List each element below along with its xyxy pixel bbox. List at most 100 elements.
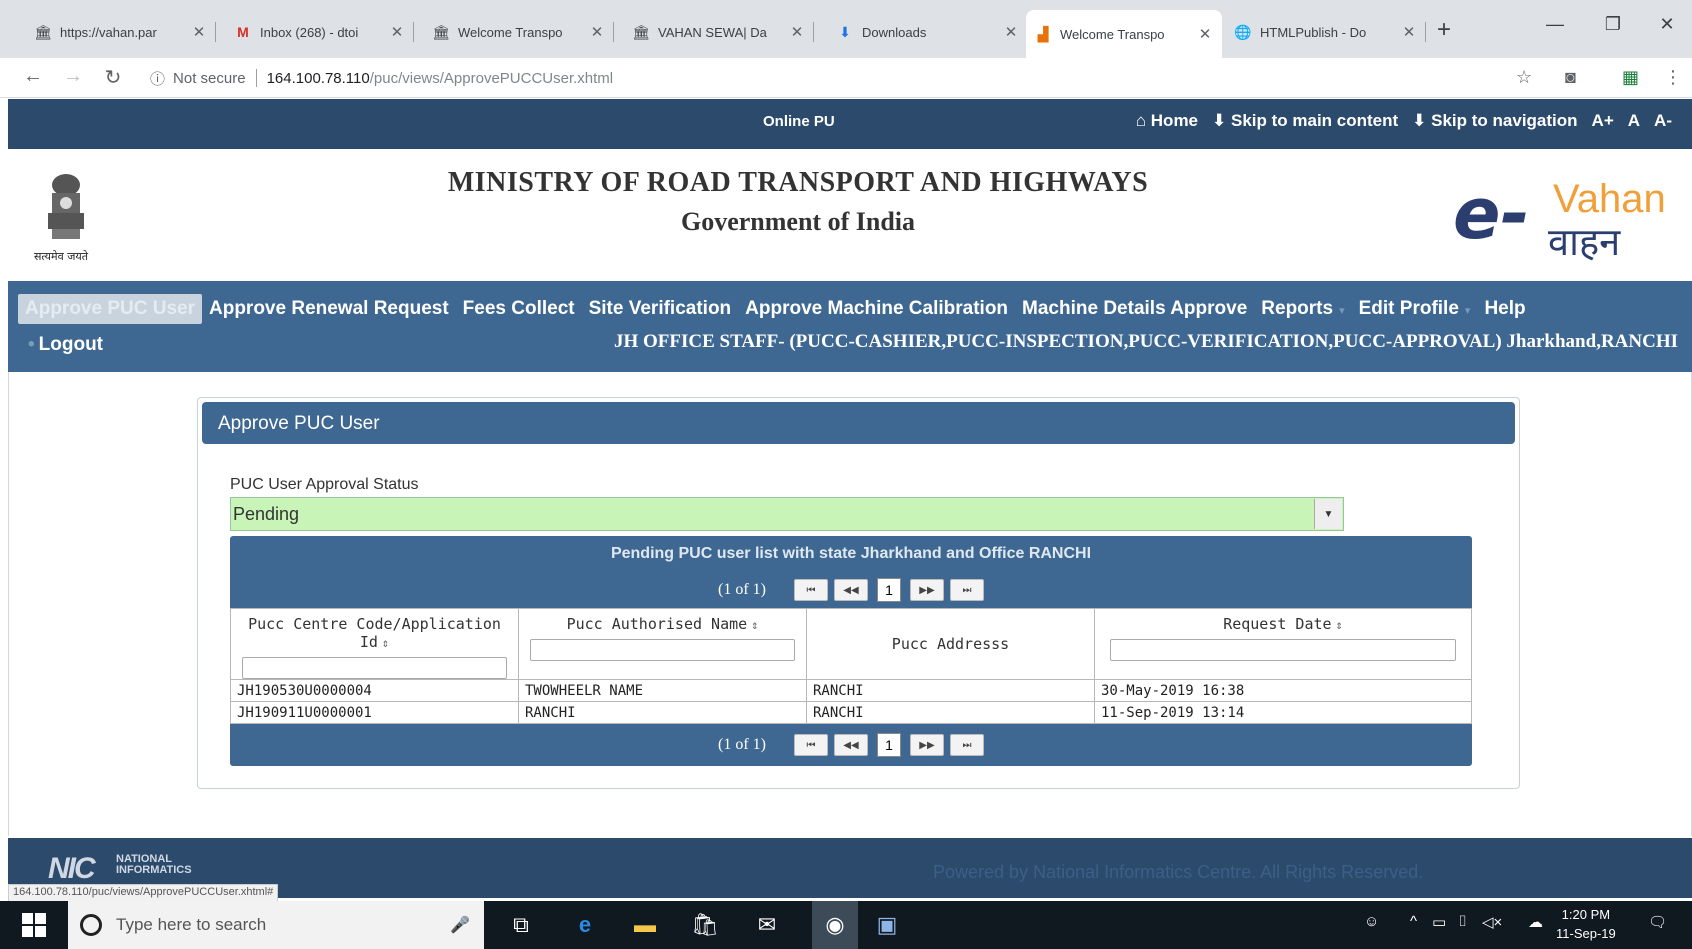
page-number-button[interactable]: 1 bbox=[876, 578, 901, 602]
close-icon[interactable]: ✕ bbox=[588, 23, 606, 41]
url-path: /puc/views/ApprovePUCCUser.xhtml bbox=[369, 69, 614, 87]
app-icon[interactable]: ▣ bbox=[872, 911, 902, 939]
font-normal-button[interactable]: A bbox=[1628, 111, 1640, 131]
menu-fees-collect[interactable]: Fees Collect bbox=[456, 294, 582, 324]
sort-icon[interactable]: ⇕ bbox=[751, 618, 758, 632]
extension-icon[interactable]: ▦ bbox=[1622, 67, 1639, 88]
tab-title: VAHAN SEWA| Da bbox=[658, 24, 767, 40]
new-tab-icon[interactable]: + bbox=[1437, 16, 1451, 44]
menu-approve-machine-calibration[interactable]: Approve Machine Calibration bbox=[738, 294, 1015, 324]
font-decrease-button[interactable]: A- bbox=[1654, 111, 1672, 131]
system-clock[interactable]: 1:20 PM 11-Sep-19 bbox=[1556, 905, 1616, 943]
browser-tab[interactable]: M Inbox (268) - dtoi ✕ bbox=[226, 14, 414, 50]
forward-icon[interactable]: → bbox=[60, 65, 86, 88]
store-icon[interactable]: 🛍 bbox=[690, 911, 720, 939]
content-area: Approve PUC User PUC User Approval Statu… bbox=[8, 372, 1692, 836]
close-icon[interactable]: ✕ bbox=[1196, 25, 1214, 43]
browser-tab[interactable]: 🏛 https://vahan.par ✕ bbox=[26, 14, 216, 50]
column-header-code[interactable]: Pucc Centre Code/Application Id ⇕ bbox=[230, 608, 519, 680]
task-view-icon[interactable]: ⧉ bbox=[506, 911, 536, 939]
tab-title: https://vahan.par bbox=[60, 24, 157, 40]
back-icon[interactable]: ← bbox=[20, 65, 46, 88]
restore-icon[interactable]: ❐ bbox=[1590, 14, 1636, 35]
browser-tab[interactable]: 🏛 VAHAN SEWA| Da ✕ bbox=[624, 14, 814, 50]
next-page-icon[interactable]: ▶▶ bbox=[909, 579, 944, 601]
edge-icon[interactable]: e bbox=[570, 911, 600, 939]
browser-tab[interactable]: 🏛 Welcome Transpo ✕ bbox=[424, 14, 614, 50]
browser-tab[interactable]: ⬇ Downloads ✕ bbox=[828, 14, 1028, 50]
menu-approve-puc-user[interactable]: Approve PUC User bbox=[18, 294, 202, 324]
cell-date: 11-Sep-2019 13:14 bbox=[1094, 701, 1472, 724]
approve-puc-user-panel: Approve PUC User PUC User Approval Statu… bbox=[197, 397, 1520, 789]
filter-input-date[interactable] bbox=[1110, 639, 1456, 661]
battery-icon[interactable]: ▭ bbox=[1432, 913, 1446, 931]
column-header-name[interactable]: Pucc Authorised Name ⇕ bbox=[518, 608, 807, 680]
menu-reports[interactable]: Reports bbox=[1254, 294, 1351, 324]
column-header-date[interactable]: Request Date ⇕ bbox=[1094, 608, 1472, 680]
prev-page-icon[interactable]: ◀◀ bbox=[833, 579, 868, 601]
browser-tab-active[interactable]: ▟ Welcome Transpo ✕ bbox=[1026, 10, 1222, 58]
menu-approve-renewal-request[interactable]: Approve Renewal Request bbox=[202, 294, 456, 324]
menu-help[interactable]: Help bbox=[1477, 294, 1532, 324]
close-window-icon[interactable]: ✕ bbox=[1644, 14, 1690, 35]
mail-icon[interactable]: ✉ bbox=[752, 911, 782, 939]
filter-input-name[interactable] bbox=[530, 639, 795, 661]
minimize-icon[interactable]: — bbox=[1532, 14, 1578, 35]
camera-icon[interactable]: ◙ bbox=[1565, 67, 1576, 88]
logout-link[interactable]: Logout bbox=[28, 334, 103, 356]
people-icon[interactable]: ☺ bbox=[1364, 913, 1379, 930]
next-page-icon[interactable]: ▶▶ bbox=[909, 734, 944, 756]
approval-status-select[interactable]: Pending ▼ bbox=[230, 497, 1344, 531]
browser-tab[interactable]: 🌐 HTMLPublish - Do ✕ bbox=[1226, 14, 1426, 50]
chrome-icon[interactable]: ◉ bbox=[812, 901, 858, 949]
notification-icon[interactable]: 🗨 bbox=[1648, 913, 1667, 931]
prev-page-icon[interactable]: ◀◀ bbox=[833, 734, 868, 756]
column-label: Request Date bbox=[1223, 615, 1332, 633]
tab-title: Welcome Transpo bbox=[458, 24, 563, 40]
menu-machine-details-approve[interactable]: Machine Details Approve bbox=[1015, 294, 1254, 324]
first-page-icon[interactable]: ⏮ bbox=[793, 579, 828, 601]
home-label: Home bbox=[1150, 111, 1199, 130]
security-label: Not secure bbox=[173, 69, 246, 87]
windows-start-icon[interactable] bbox=[22, 913, 46, 937]
table-row[interactable]: JH190530U0000004 TWOWHEELR NAME RANCHI 3… bbox=[230, 679, 1472, 702]
close-icon[interactable]: ✕ bbox=[1400, 23, 1418, 41]
page-number-button[interactable]: 1 bbox=[876, 733, 901, 757]
home-link[interactable]: ⌂ Home bbox=[1136, 111, 1198, 131]
globe-icon: 🌐 bbox=[1234, 23, 1252, 40]
first-page-icon[interactable]: ⏮ bbox=[793, 734, 828, 756]
reload-icon[interactable]: ↻ bbox=[100, 65, 126, 90]
skip-nav-link[interactable]: ⬇ Skip to navigation bbox=[1412, 111, 1577, 131]
download-icon: ⬇ bbox=[839, 23, 851, 40]
tab-title: Inbox (268) - dtoi bbox=[260, 24, 359, 40]
ministry-title: MINISTRY OF ROAD TRANSPORT AND HIGHWAYS bbox=[447, 167, 1149, 198]
file-explorer-icon[interactable]: ▬ bbox=[630, 911, 660, 939]
close-icon[interactable]: ✕ bbox=[788, 23, 806, 41]
skip-main-link[interactable]: ⬇ Skip to main content bbox=[1212, 111, 1398, 131]
menu-edit-profile[interactable]: Edit Profile bbox=[1352, 294, 1478, 324]
close-icon[interactable]: ✕ bbox=[190, 23, 208, 41]
bookmark-star-icon[interactable]: ☆ bbox=[1516, 67, 1532, 88]
font-increase-button[interactable]: A+ bbox=[1592, 111, 1614, 131]
table-row[interactable]: JH190911U0000001 RANCHI RANCHI 11-Sep-20… bbox=[230, 701, 1472, 724]
close-icon[interactable]: ✕ bbox=[1002, 23, 1020, 41]
browser-tab-strip: 🏛 https://vahan.par ✕ M Inbox (268) - dt… bbox=[0, 0, 1692, 58]
chevron-down-icon[interactable]: ▼ bbox=[1314, 499, 1342, 529]
evahan-logo-e: e- bbox=[1453, 173, 1530, 255]
close-icon[interactable]: ✕ bbox=[388, 23, 406, 41]
sort-icon[interactable]: ⇕ bbox=[382, 636, 389, 650]
menu-site-verification[interactable]: Site Verification bbox=[582, 294, 739, 324]
menu-dots-icon[interactable]: ⋮ bbox=[1664, 67, 1682, 88]
last-page-icon[interactable]: ⏭ bbox=[949, 579, 984, 601]
tray-chevron-icon[interactable]: ^ bbox=[1410, 913, 1417, 930]
tab-title: Welcome Transpo bbox=[1060, 26, 1165, 42]
network-icon[interactable]: ⌷ bbox=[1458, 913, 1467, 930]
microphone-icon[interactable]: 🎤 bbox=[450, 915, 470, 935]
volume-icon[interactable]: ◁× bbox=[1482, 913, 1502, 931]
taskbar-search-box[interactable]: Type here to search 🎤 bbox=[68, 901, 484, 949]
last-page-icon[interactable]: ⏭ bbox=[949, 734, 984, 756]
filter-input-code[interactable] bbox=[242, 657, 507, 679]
onedrive-icon[interactable]: ☁ bbox=[1528, 913, 1543, 931]
url-field[interactable]: ⓘ Not secure 164.100.78.110 /puc/views/A… bbox=[150, 64, 1510, 92]
sort-icon[interactable]: ⇕ bbox=[1336, 618, 1343, 632]
